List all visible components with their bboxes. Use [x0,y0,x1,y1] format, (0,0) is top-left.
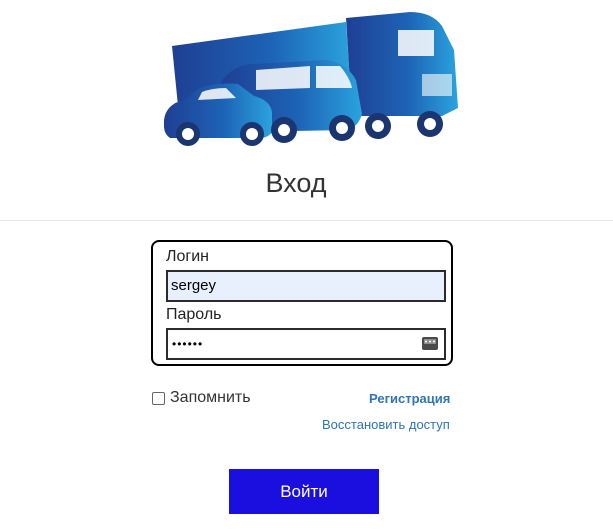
login-button[interactable]: Войти [229,469,379,514]
login-label: Логин [166,248,210,265]
remember-label: Запомнить [170,389,251,406]
password-input[interactable]: •••••• [166,328,446,360]
login-page: Вход Логин sergey Пароль •••••• Запомнит… [0,0,613,530]
credentials-box: Логин sergey Пароль •••••• [151,240,453,366]
key-icon[interactable] [422,337,438,350]
login-input[interactable]: sergey [166,270,446,302]
register-link[interactable]: Регистрация [369,391,450,406]
password-label: Пароль [166,306,222,323]
page-title: Вход [265,168,327,198]
password-masked-value: •••••• [172,337,204,351]
login-value: sergey [171,277,217,294]
header-divider [0,220,613,221]
restore-access-link[interactable]: Восстановить доступ [322,417,450,432]
remember-checkbox[interactable] [152,391,165,405]
remember-me[interactable]: Запомнить [152,389,251,407]
trucks-cars-logo [164,12,458,146]
